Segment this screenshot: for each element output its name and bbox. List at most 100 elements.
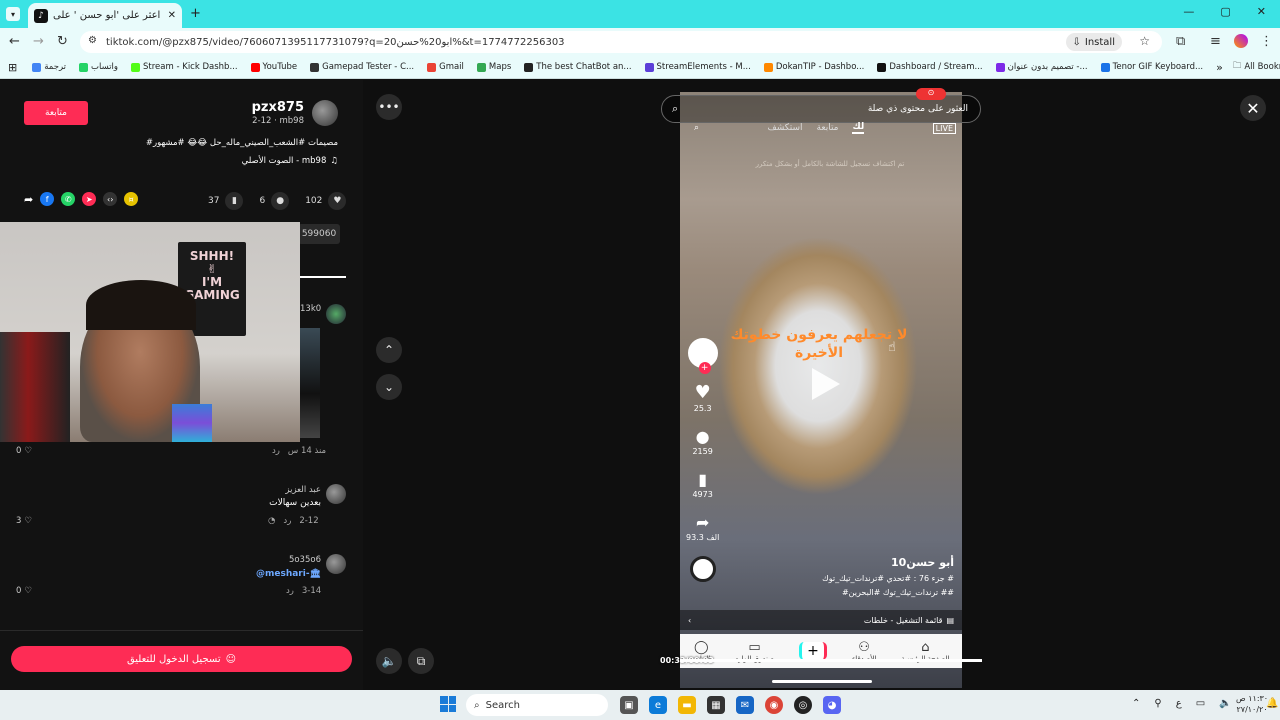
file-explorer-icon[interactable]: ▬ [678,696,696,714]
follow-plus-icon: + [698,362,711,374]
reply-link[interactable]: رد [286,586,294,596]
install-button[interactable]: ⇩ Install [1065,33,1122,51]
bookmark-item[interactable]: ترجمة [32,62,66,72]
video-progress-track[interactable] [680,659,982,662]
apps-icon[interactable]: ⊞ [8,61,17,74]
commenter-name[interactable]: 5o35o6 [200,555,321,565]
post-caption: #مصيمات #الشعب_الصيني_ماله_حل 😂😂 #مشهور [145,138,338,148]
bookmark-item[interactable]: YouTube [250,62,297,72]
heart-outline-icon[interactable]: ♡ [24,586,32,596]
close-tab-icon[interactable]: ✕ [168,10,176,21]
back-icon[interactable]: ← [9,34,20,49]
bookmark-item[interactable]: Gamepad Tester - C... [310,62,414,72]
mail-icon[interactable]: ✉ [736,696,754,714]
follow-button[interactable]: متابعة [24,101,88,125]
bookmark-star-icon[interactable]: ☆ [1139,34,1150,48]
edge-icon[interactable]: e [649,696,667,714]
menu-icon[interactable]: ⋮ [1260,34,1273,49]
reload-icon[interactable]: ↻ [57,34,68,49]
start-icon[interactable] [440,696,456,712]
bookmark-favicon-icon [763,62,773,72]
more-bookmarks-icon[interactable]: » [1216,61,1223,74]
forward-icon[interactable]: → [33,34,44,49]
microphone-icon[interactable]: ⚲ [1154,698,1161,709]
share-arrow-icon[interactable]: ➦ [24,193,33,206]
heart-icon[interactable]: ♥ [328,192,347,210]
login-to-comment-button[interactable]: تسجيل الدخول للتعليق ☺ [11,646,352,672]
profile-avatar[interactable] [1234,34,1248,48]
previous-video-button[interactable]: ⌃ [376,337,402,363]
author-subline: 2-12 · mb98 [252,116,304,126]
author-username[interactable]: pzx875 [232,100,304,115]
pip-button[interactable]: ⧉ [408,648,434,674]
copy-link-field[interactable]: 599060 [298,224,340,244]
bookmark-item[interactable]: واتساب [79,62,118,72]
notification-icon[interactable]: 🔔 [1266,698,1278,709]
bookmark-item[interactable]: Tenor GIF Keyboard... [1100,62,1203,72]
comment-icon[interactable]: ● [271,192,290,210]
network-icon[interactable]: ▭ [1196,698,1205,709]
volume-icon[interactable]: 🔈 [1219,698,1231,709]
bookmark-item[interactable]: StreamElements - M... [644,62,751,72]
language-indicator[interactable]: ع [1176,698,1182,709]
bookmarks-bar: ⊞ ترجمة واتساب Stream - Kick Dashb... YouTu… [0,56,1280,79]
heart-outline-icon[interactable]: ♡ [24,446,32,456]
clock-time[interactable]: ١١:٣٠ ص [1236,693,1268,704]
site-info-icon[interactable]: ⚙ [88,35,97,46]
minimize-icon[interactable]: — [1183,5,1194,18]
bookmark-item[interactable]: Gmail [427,62,464,72]
tray-chevron-icon[interactable]: ⌃ [1132,698,1140,709]
chrome-icon[interactable]: ◉ [765,696,783,714]
bookmark-icon[interactable]: ▮ [225,192,244,210]
reply-link[interactable]: رد [272,446,280,456]
more-options-button[interactable]: ••• [376,94,402,120]
next-video-button[interactable]: ⌄ [376,374,402,400]
comment-mention[interactable]: @meshari-🏛 [200,569,321,579]
close-video-button[interactable]: ✕ [1240,95,1266,121]
bookmark-item[interactable]: The best ChatBot an... [524,62,632,72]
bookmark-item[interactable]: DokanTIP - Dashbo... [763,62,864,72]
tab-search-button[interactable]: ▾ [6,7,20,21]
volume-button[interactable]: 🔈 [376,648,402,674]
sound-name[interactable]: الصوت الأصلي - mb98 [242,156,327,166]
url-field[interactable]: ⚙ tiktok.com/@pzx875/video/7606071395117… [80,31,1162,53]
commenter-avatar[interactable] [326,484,346,504]
discord-icon[interactable]: ◕ [823,696,841,714]
media-icon[interactable]: ≡ [1210,34,1221,49]
whatsapp-icon[interactable]: ✆ [61,192,76,206]
close-window-icon[interactable]: ✕ [1257,5,1266,18]
send-icon[interactable]: ➤ [82,192,97,206]
bookmark-item[interactable]: تصميم بدون عنوان -... [995,62,1088,72]
commenter-avatar[interactable] [326,554,346,574]
task-view-icon[interactable]: ▣ [620,696,638,714]
reply-link[interactable]: رد [283,516,291,526]
new-tab-icon[interactable]: + [190,6,201,21]
bookmark-favicon-icon [524,62,534,72]
gaming-chair [0,332,70,442]
extensions-icon[interactable]: ⧉ [1176,34,1185,49]
phone-home-icon: ⌂ [921,639,930,655]
clock-date[interactable]: ٢٧/١٠/٢٠ [1236,704,1268,715]
obs-icon[interactable]: ◎ [794,696,812,714]
commenter-avatar[interactable] [326,304,346,324]
install-label: Install [1084,36,1115,48]
tab-tiktok[interactable]: ♪ اعثر على 'أبو حسن ' على TikTok ✕ [28,3,182,28]
phone-bookmark-icon: ▮ [698,470,708,489]
bookmark-item[interactable]: Dashboard / Stream... [877,62,983,72]
record-indicator-icon: ⊙ [916,88,946,100]
store-icon[interactable]: ▦ [707,696,725,714]
bookmark-item[interactable]: Maps [476,62,511,72]
comment-like-count: 0 [16,586,22,596]
author-avatar[interactable] [312,100,338,126]
coin-icon[interactable]: ¤ [124,192,139,206]
commenter-name[interactable]: عبد العزيز [200,485,321,495]
bookmark-label: تصميم بدون عنوان -... [1007,62,1088,72]
heart-outline-icon[interactable]: ♡ [24,516,32,526]
facebook-icon[interactable]: f [40,192,55,206]
embed-icon[interactable]: ‹› [103,192,118,206]
play-icon[interactable] [806,366,842,402]
taskbar-search[interactable]: ⌕ Search [466,694,608,716]
all-bookmarks[interactable]: 🗀All Bookmarks [1233,60,1280,74]
maximize-icon[interactable]: ▢ [1220,5,1230,18]
bookmark-item[interactable]: Stream - Kick Dashb... [131,62,238,72]
